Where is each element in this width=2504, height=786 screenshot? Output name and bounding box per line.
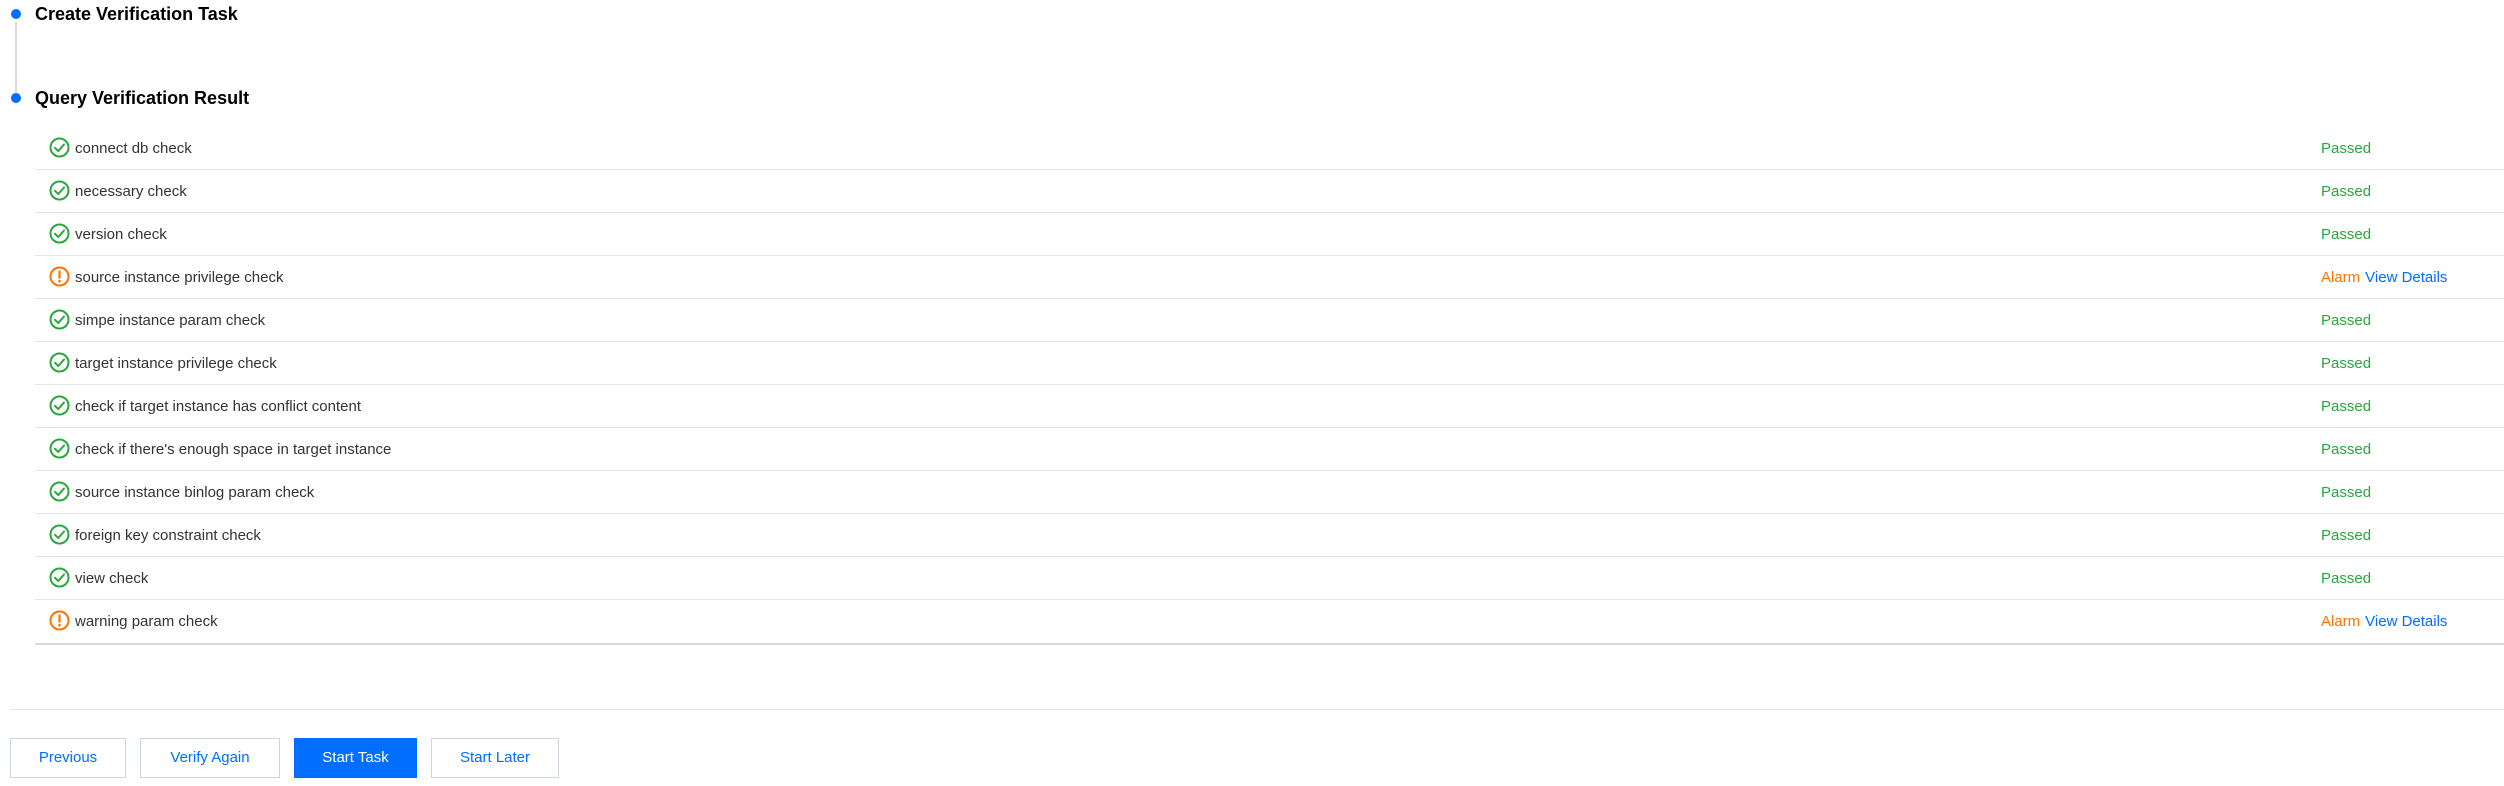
check-circle-icon	[49, 395, 70, 416]
status-passed-label: Passed	[2321, 570, 2372, 587]
status-passed-label: Passed	[2321, 441, 2372, 458]
warning-circle-icon	[49, 610, 70, 631]
check-status: Passed	[2321, 471, 2371, 514]
check-label: foreign key constraint check	[75, 527, 261, 544]
check-row: connect db check Passed	[35, 127, 2504, 170]
check-status: Alarm View Details	[2321, 600, 2447, 643]
check-circle-icon	[49, 567, 70, 588]
check-label: simpe instance param check	[75, 312, 266, 329]
status-passed-label: Passed	[2321, 398, 2372, 415]
verify-again-button[interactable]: Verify Again	[140, 738, 280, 778]
status-passed-label: Passed	[2321, 226, 2372, 243]
check-circle-icon	[49, 137, 70, 158]
check-circle-icon	[49, 309, 70, 330]
check-status: Passed	[2321, 127, 2371, 170]
check-row: check if target instance has conflict co…	[35, 385, 2504, 428]
warning-circle-icon	[49, 266, 70, 287]
step-title-create-verification-task: Create Verification Task	[35, 4, 238, 24]
status-passed-label: Passed	[2321, 312, 2372, 329]
view-details-link[interactable]: View Details	[2365, 269, 2447, 286]
status-passed-label: Passed	[2321, 527, 2372, 544]
start-later-button[interactable]: Start Later	[431, 738, 559, 778]
check-row: source instance privilege check Alarm View…	[35, 256, 2504, 299]
step-indicator-dot	[11, 9, 21, 19]
check-circle-icon	[49, 438, 70, 459]
check-row: warning param check Alarm View Details	[35, 600, 2504, 643]
check-label: check if there's enough space in target …	[75, 441, 392, 458]
check-circle-icon	[49, 352, 70, 373]
start-task-button[interactable]: Start Task	[294, 738, 417, 778]
check-row: view check Passed	[35, 557, 2504, 600]
check-status: Passed	[2321, 557, 2371, 600]
check-status: Passed	[2321, 342, 2371, 385]
check-label: version check	[75, 226, 167, 243]
status-passed-label: Passed	[2321, 140, 2372, 157]
previous-button[interactable]: Previous	[10, 738, 126, 778]
check-label: warning param check	[75, 613, 218, 630]
status-passed-label: Passed	[2321, 484, 2372, 501]
check-row: source instance binlog param check Passed	[35, 471, 2504, 514]
check-status: Passed	[2321, 385, 2371, 428]
check-circle-icon	[49, 223, 70, 244]
check-status: Passed	[2321, 213, 2371, 256]
status-passed-label: Passed	[2321, 355, 2372, 372]
step-title-query-verification-result: Query Verification Result	[35, 88, 250, 108]
check-row: version check Passed	[35, 213, 2504, 256]
check-circle-icon	[49, 524, 70, 545]
check-status: Passed	[2321, 428, 2371, 471]
status-passed-label: Passed	[2321, 183, 2372, 200]
check-status: Passed	[2321, 514, 2371, 557]
check-circle-icon	[49, 180, 70, 201]
check-row: target instance privilege check Passed	[35, 342, 2504, 385]
check-row: simpe instance param check Passed	[35, 299, 2504, 342]
verification-page: Create Verification Task Query Verificat…	[0, 0, 2504, 786]
check-status: Alarm View Details	[2321, 256, 2447, 299]
check-status: Passed	[2321, 170, 2371, 213]
step-connector-line	[15, 22, 17, 92]
check-label: connect db check	[75, 140, 192, 157]
step-indicator-dot	[11, 93, 21, 103]
check-label: source instance binlog param check	[75, 484, 315, 501]
status-alarm-label: Alarm	[2321, 613, 2361, 630]
footer-divider	[10, 709, 2504, 710]
check-label: source instance privilege check	[75, 269, 284, 286]
check-row: foreign key constraint check Passed	[35, 514, 2504, 557]
verification-check-list: connect db check Passed necessary check Pas…	[35, 127, 2504, 645]
view-details-link[interactable]: View Details	[2365, 613, 2447, 630]
check-label: view check	[75, 570, 149, 587]
check-status: Passed	[2321, 299, 2371, 342]
check-circle-icon	[49, 481, 70, 502]
check-label: check if target instance has conflict co…	[75, 398, 361, 415]
check-row: necessary check Passed	[35, 170, 2504, 213]
check-label: target instance privilege check	[75, 355, 277, 372]
check-label: necessary check	[75, 183, 187, 200]
status-alarm-label: Alarm	[2321, 269, 2361, 286]
check-row: check if there's enough space in target …	[35, 428, 2504, 471]
